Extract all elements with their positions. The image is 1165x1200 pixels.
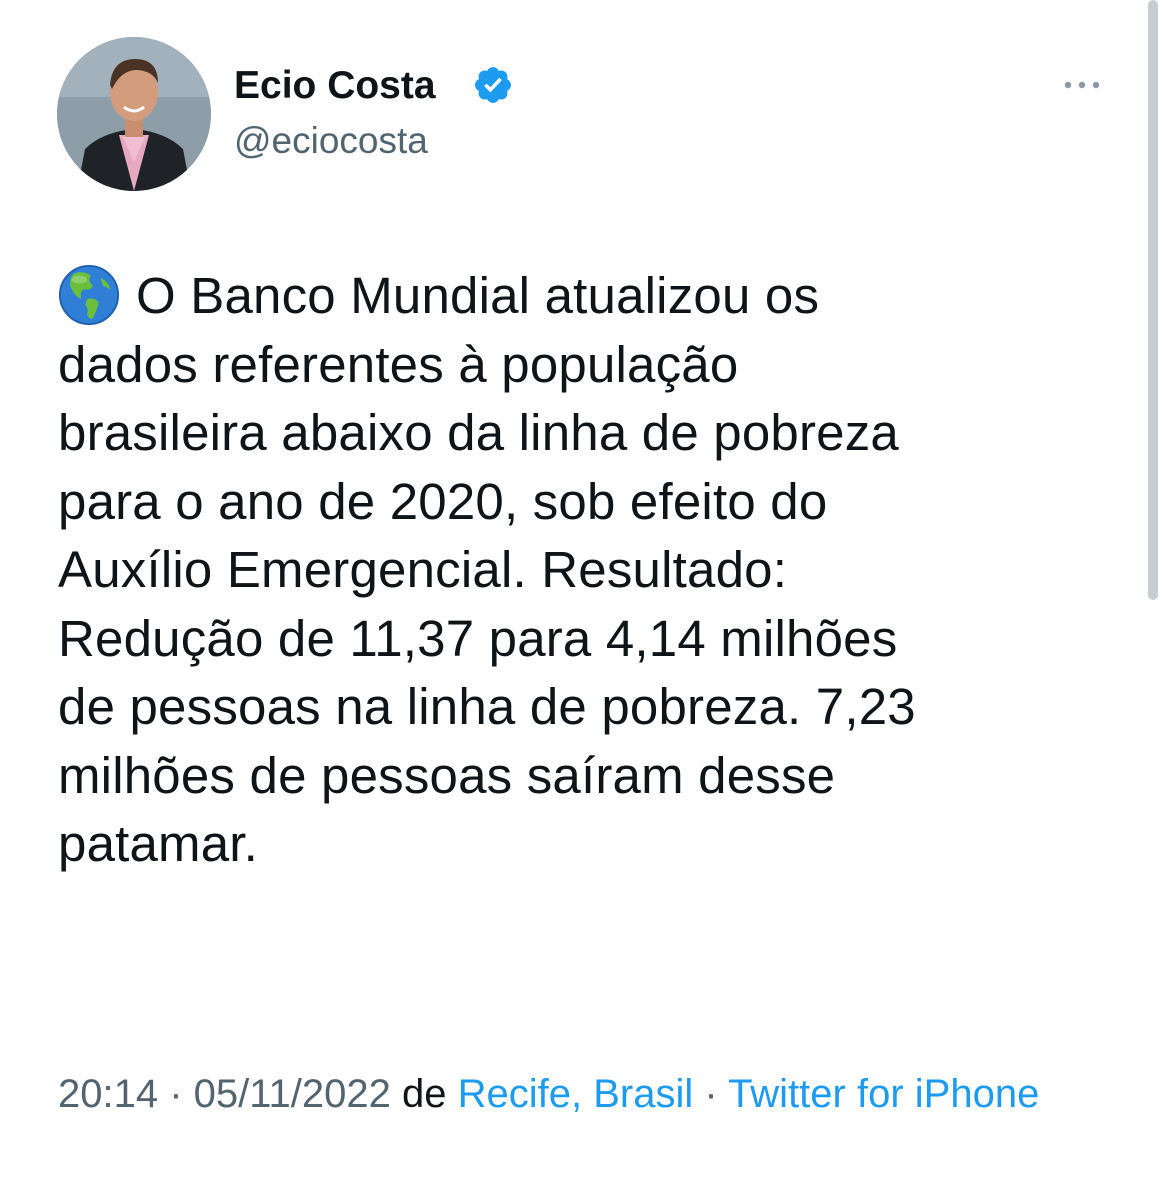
tweet-body: O Banco Mundial atualizou os dados refer… — [58, 262, 1118, 879]
scrollbar[interactable] — [1148, 0, 1158, 600]
tweet-metadata: 20:14 · 05/11/2022 de Recife, Brasil · T… — [58, 1063, 1128, 1125]
more-options-button[interactable] — [1057, 68, 1107, 102]
display-name[interactable]: Ecio Costa — [234, 62, 436, 110]
tweet-source-link[interactable]: Twitter for iPhone — [728, 1072, 1039, 1116]
tweet-text: O Banco Mundial atualizou os dados refer… — [58, 267, 916, 872]
more-dots-icon — [1064, 81, 1100, 89]
verified-badge-icon — [475, 67, 511, 103]
location-prefix: de — [390, 1072, 458, 1116]
avatar[interactable] — [57, 37, 211, 191]
user-handle[interactable]: @eciocosta — [234, 118, 428, 164]
meta-separator-2: · — [693, 1072, 729, 1116]
tweet-location-link[interactable]: Recife, Brasil — [458, 1072, 694, 1116]
tweet-date[interactable]: 05/11/2022 — [194, 1072, 391, 1116]
tweet-time[interactable]: 20:14 — [58, 1072, 158, 1116]
globe-americas-icon — [58, 264, 120, 326]
profile-photo — [57, 37, 211, 191]
meta-separator: · — [158, 1072, 194, 1116]
